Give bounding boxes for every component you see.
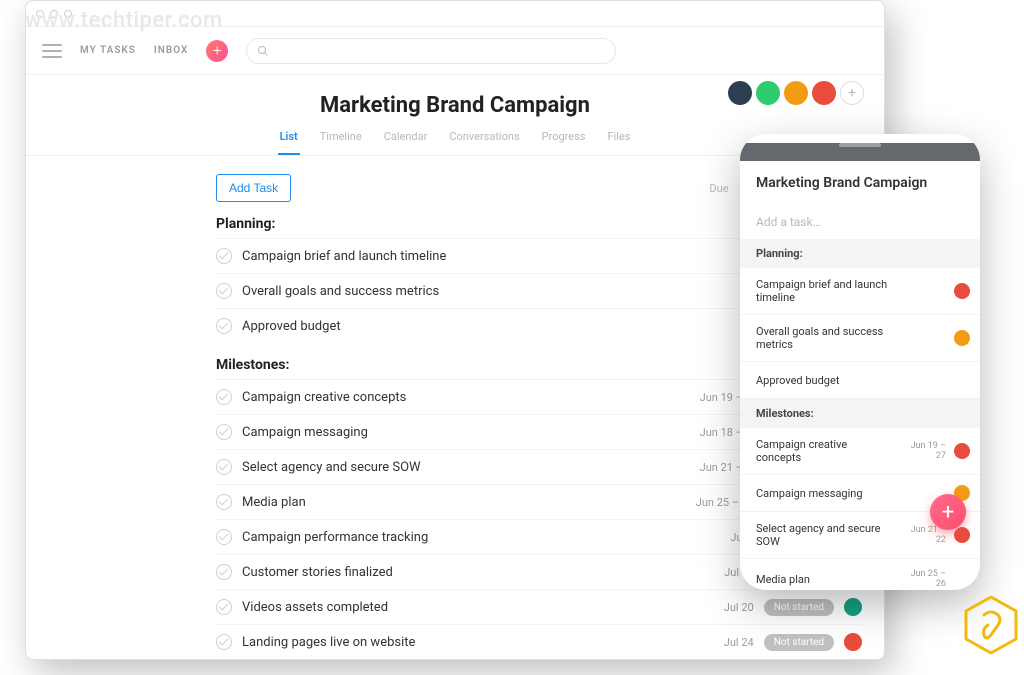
mobile-assignee-avatar (954, 283, 970, 299)
window-dot (36, 10, 44, 18)
status-badge[interactable]: Not started (764, 599, 834, 616)
complete-checkbox[interactable] (216, 248, 232, 264)
window-dot (50, 10, 58, 18)
avatar[interactable] (728, 81, 752, 105)
mobile-add-task[interactable]: Add a task… (740, 205, 980, 239)
assignee-avatar[interactable] (844, 598, 862, 616)
task-name[interactable]: Campaign creative concepts (242, 390, 676, 405)
complete-checkbox[interactable] (216, 529, 232, 545)
mobile-task-row[interactable]: Campaign creative concepts Jun 19 – 27 (740, 428, 980, 475)
avatar[interactable] (812, 81, 836, 105)
mobile-task-row[interactable]: Media plan Jun 25 – 26 (740, 559, 980, 590)
assignee-avatar[interactable] (844, 633, 862, 651)
project-members: + (728, 81, 864, 105)
menu-icon[interactable] (42, 44, 62, 58)
task-name[interactable]: Videos assets completed (242, 600, 672, 615)
search-icon (257, 45, 269, 57)
avatar[interactable] (756, 81, 780, 105)
task-due: Jul 20 (682, 601, 754, 614)
complete-checkbox[interactable] (216, 389, 232, 405)
mobile-preview: Marketing Brand Campaign Add a task… Pla… (740, 134, 980, 590)
mobile-task-name: Campaign brief and launch timeline (756, 278, 892, 304)
mobile-task-name: Select agency and secure SOW (756, 522, 892, 548)
mobile-task-name: Campaign creative concepts (756, 438, 892, 464)
task-due: Jul 24 (682, 636, 754, 649)
task-name[interactable]: Overall goals and success metrics (242, 284, 676, 299)
mobile-task-due: Jun 25 – 26 (900, 569, 946, 589)
mobile-task-name: Approved budget (756, 374, 892, 387)
task-name[interactable]: Approved budget (242, 319, 676, 334)
mobile-statusbar (740, 143, 980, 161)
mobile-section-title: Planning: (740, 239, 980, 268)
status-badge[interactable]: Not started (764, 634, 834, 651)
tab-calendar[interactable]: Calendar (382, 130, 430, 155)
task-name[interactable]: Select agency and secure SOW (242, 460, 676, 475)
top-bar: MY TASKS INBOX + (26, 27, 884, 75)
task-name[interactable]: Media plan (242, 495, 672, 510)
tab-conversations[interactable]: Conversations (447, 130, 521, 155)
mobile-assignee-avatar (954, 330, 970, 346)
mobile-task-row[interactable]: Overall goals and success metrics (740, 315, 980, 362)
complete-checkbox[interactable] (216, 634, 232, 650)
corner-badge-icon (964, 595, 1018, 655)
complete-checkbox[interactable] (216, 283, 232, 299)
complete-checkbox[interactable] (216, 494, 232, 510)
avatar[interactable] (784, 81, 808, 105)
mobile-section-title: Milestones: (740, 399, 980, 428)
window-dot (64, 10, 72, 18)
task-name[interactable]: Campaign performance tracking (242, 530, 672, 545)
complete-checkbox[interactable] (216, 424, 232, 440)
quick-add-button[interactable]: + (206, 40, 228, 62)
add-task-button[interactable]: Add Task (216, 174, 291, 202)
nav-inbox[interactable]: INBOX (154, 45, 188, 56)
mobile-assignee-avatar (954, 443, 970, 459)
add-member-button[interactable]: + (840, 81, 864, 105)
tab-progress[interactable]: Progress (540, 130, 588, 155)
task-row[interactable]: Videos assets completed Jul 20 Not started (216, 589, 862, 624)
task-name[interactable]: Campaign brief and launch timeline (242, 249, 676, 264)
mobile-assignee-avatar (954, 571, 970, 587)
task-row[interactable]: Campaign launch!Aug 1Not started (216, 659, 862, 660)
tab-files[interactable]: Files (605, 130, 632, 155)
mobile-task-name: Media plan (756, 573, 892, 586)
mobile-task-row[interactable]: Approved budget (740, 362, 980, 399)
nav-my-tasks[interactable]: MY TASKS (80, 45, 136, 56)
tab-list[interactable]: List (278, 130, 300, 155)
search-input[interactable] (246, 38, 616, 64)
task-name[interactable]: Landing pages live on website (242, 635, 672, 650)
browser-chrome (26, 1, 884, 27)
task-name[interactable]: Customer stories finalized (242, 565, 672, 580)
complete-checkbox[interactable] (216, 599, 232, 615)
mobile-assignee-avatar (954, 527, 970, 543)
tab-timeline[interactable]: Timeline (318, 130, 364, 155)
mobile-task-due: Jun 19 – 27 (900, 441, 946, 461)
task-name[interactable]: Campaign messaging (242, 425, 676, 440)
complete-checkbox[interactable] (216, 459, 232, 475)
speaker-icon (839, 143, 881, 147)
mobile-task-row[interactable]: Campaign brief and launch timeline (740, 268, 980, 315)
mobile-task-name: Campaign messaging (756, 487, 892, 500)
col-due: Due (709, 182, 728, 195)
mobile-fab-add[interactable]: + (930, 494, 966, 530)
task-row[interactable]: Landing pages live on website Jul 24 Not s… (216, 624, 862, 659)
complete-checkbox[interactable] (216, 564, 232, 580)
mobile-task-name: Overall goals and success metrics (756, 325, 892, 351)
mobile-project-title: Marketing Brand Campaign (740, 161, 980, 205)
mobile-assignee-avatar (954, 372, 970, 388)
complete-checkbox[interactable] (216, 318, 232, 334)
